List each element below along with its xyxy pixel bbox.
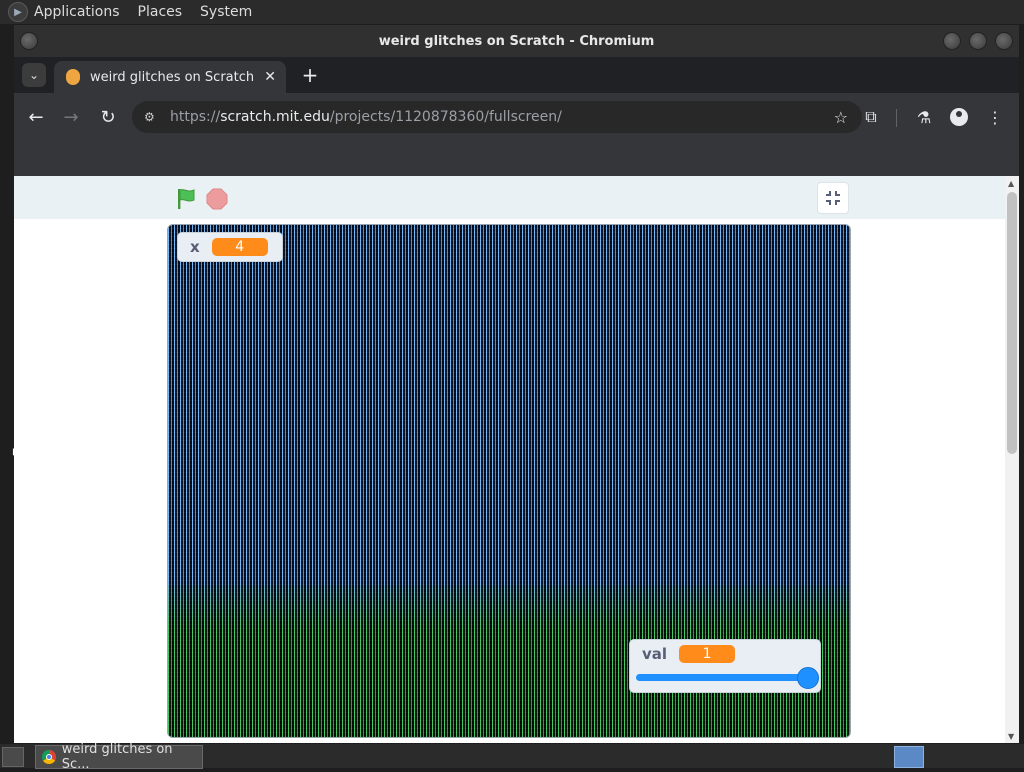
profile-avatar-icon [950,108,968,126]
url-host: scratch.mit.edu [220,109,330,125]
bottom-taskbar: weird glitches on Sc... [0,742,1024,772]
minimize-button[interactable] [943,32,961,50]
scratch-favicon-icon [66,69,80,85]
mouse-cursor-icon: ⇤ [12,442,26,461]
window-title: weird glitches on Scratch - Chromium [378,33,655,49]
profile-button[interactable] [947,105,971,129]
scratch-stage[interactable]: x 4 val 1 [167,224,851,738]
show-desktop-icon[interactable] [2,747,24,767]
menu-applications[interactable]: Applications [34,4,120,20]
maximize-button[interactable] [969,32,987,50]
tab-weird-glitches[interactable]: weird glitches on Scratch ✕ [54,61,286,93]
back-button[interactable]: ← [24,105,48,129]
scrollbar-thumb[interactable] [1007,192,1017,454]
close-window-button[interactable] [995,32,1013,50]
tab-search-button[interactable]: ⌄ [22,63,46,87]
monitor-value: 1 [679,645,736,663]
stop-sign-icon[interactable] [206,188,228,210]
address-bar[interactable]: ⚙ https://scratch.mit.edu/projects/11208… [132,101,862,133]
bookmarks-bar [14,141,1019,176]
slider-thumb[interactable] [797,667,819,689]
bookmark-star-icon[interactable]: ☆ [834,108,848,127]
browser-toolbar: ← → ↻ ⚙ https://scratch.mit.edu/projects… [14,93,1019,141]
labs-flask-icon[interactable]: ⚗ [912,105,936,129]
variable-monitor-x[interactable]: x 4 [177,232,283,262]
distro-logo-icon[interactable]: ▶ [8,2,28,22]
chromium-icon [42,750,56,764]
scratch-controls-bar [14,176,1005,219]
url-path: /projects/1120878360/fullscreen/ [329,109,562,125]
monitor-value: 4 [211,238,268,256]
tab-title: weird glitches on Scratch [90,69,255,85]
scroll-up-arrow-icon[interactable]: ▲ [1008,179,1014,188]
forward-button[interactable]: → [59,105,83,129]
tab-strip: ⌄ weird glitches on Scratch ✕ + [14,57,1019,93]
web-page: x 4 val 1 [14,176,1005,743]
slider-track [636,674,806,681]
window-menu-button[interactable] [20,32,38,50]
monitor-label: val [642,645,668,663]
exit-fullscreen-button[interactable] [817,182,849,214]
green-flag-icon[interactable] [174,187,198,211]
reload-button[interactable]: ↻ [96,105,120,129]
menu-system[interactable]: System [200,4,252,20]
url-prefix: https:// [170,109,221,125]
system-top-panel: ▶ Applications Places System [0,0,1024,24]
exit-fullscreen-icon [826,191,840,205]
val-slider[interactable] [636,667,819,689]
toolbar-divider [896,109,897,127]
menu-places[interactable]: Places [138,4,183,20]
scroll-down-arrow-icon[interactable]: ▼ [1008,732,1014,741]
variable-monitor-val[interactable]: val 1 [629,639,821,693]
close-tab-icon[interactable]: ✕ [264,69,276,85]
site-settings-icon[interactable]: ⚙ [144,110,160,124]
window-titlebar[interactable]: weird glitches on Scratch - Chromium [14,25,1019,57]
page-scrollbar[interactable]: ▲ ▼ [1005,176,1019,743]
taskbar-window-chromium[interactable]: weird glitches on Sc... [35,742,203,772]
extensions-puzzle-icon[interactable]: ⧉ [859,105,883,129]
url-text[interactable]: https://scratch.mit.edu/projects/1120878… [170,109,834,125]
browser-window: weird glitches on Scratch - Chromium ⌄ w… [14,25,1019,743]
workspace-switcher-icon[interactable] [894,746,924,768]
browser-menu-button[interactable]: ⋮ [983,105,1007,129]
chevron-down-icon: ⌄ [28,68,40,82]
new-tab-button[interactable]: + [296,61,324,89]
monitor-label: x [190,238,200,256]
